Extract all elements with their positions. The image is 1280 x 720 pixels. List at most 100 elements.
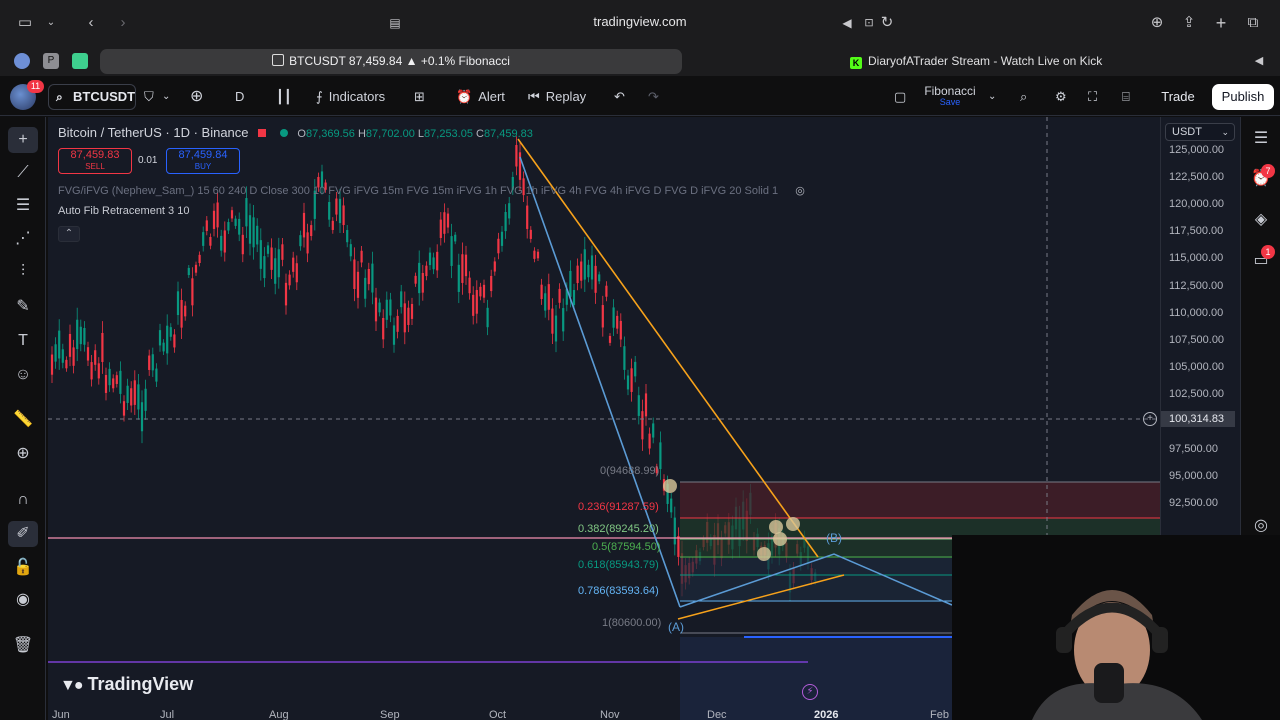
layout-name: Fibonacci: [924, 84, 976, 98]
tab-overview-icon[interactable]: ⧉: [1242, 12, 1264, 34]
speaker-icon[interactable]: ◀: [1248, 50, 1270, 72]
candle-body: [569, 270, 572, 297]
emoji-icon[interactable]: ☺: [8, 362, 38, 388]
fullscreen-icon[interactable]: ⛶: [1088, 87, 1097, 107]
add-symbol-icon[interactable]: ⊕: [190, 87, 203, 107]
candle-body: [598, 274, 601, 282]
layout-switcher[interactable]: Fibonacci Save: [922, 84, 978, 107]
symbol-legend[interactable]: Bitcoin / TetherUS · 1D · Binance O87,36…: [58, 125, 533, 140]
price-label: 97,500.00: [1169, 443, 1218, 455]
candle-body: [360, 250, 363, 263]
url-field[interactable]: tradingview.com: [560, 14, 720, 29]
fib-level-0618: 0.618(85943.79): [578, 559, 659, 571]
undo-icon[interactable]: ↶: [614, 87, 625, 107]
hidden-eye-icon[interactable]: ◎: [795, 185, 805, 197]
reload-icon[interactable]: ↻: [876, 12, 898, 34]
brush-icon[interactable]: ✎: [8, 294, 38, 320]
candle-body: [641, 411, 644, 440]
time-label-2026: 2026: [814, 709, 839, 720]
chevron-down-icon[interactable]: ⌄: [40, 12, 62, 34]
sidebar-toggle-icon[interactable]: ▭: [14, 12, 36, 34]
camera-icon[interactable]: ⌸: [1122, 87, 1130, 107]
candle-body: [515, 145, 518, 167]
forward-button[interactable]: ›: [112, 12, 134, 34]
eye-icon[interactable]: ◉: [8, 587, 38, 613]
collapse-legend-button[interactable]: ⌃: [58, 226, 80, 242]
chevron-down-icon[interactable]: ⌄: [162, 87, 170, 107]
flash-icon[interactable]: ⚡: [802, 684, 818, 700]
pinned-tab-globe-icon[interactable]: [14, 53, 30, 69]
chevron-down-icon[interactable]: ⌄: [988, 87, 996, 107]
text-icon[interactable]: T: [8, 328, 38, 354]
indicators-button[interactable]: ⨍ Indicators: [316, 87, 385, 107]
reader-icon[interactable]: ▤: [384, 12, 406, 34]
candle-body: [86, 347, 90, 361]
indicator-fvg-legend[interactable]: FVG/iFVG (Nephew_Sam_) 15 60 240 D Close…: [58, 184, 805, 197]
lock-icon[interactable]: 🔓: [8, 555, 38, 581]
tab-btcusdt[interactable]: BTCUSDT 87,459.84 ▲ +0.1% Fibonacci: [100, 49, 682, 74]
tab-kick-stream[interactable]: K DiaryofATrader Stream - Watch Live on K…: [850, 49, 1250, 74]
layers-icon[interactable]: ◈: [1250, 209, 1272, 231]
share-icon[interactable]: ⇪: [1178, 12, 1200, 34]
layout-square-icon[interactable]: ▢: [894, 87, 906, 107]
publish-button[interactable]: Publish: [1212, 84, 1274, 110]
speaker-icon[interactable]: ◀: [836, 12, 858, 34]
search-icon: ⌕: [56, 90, 63, 104]
price-label: 92,500.00: [1169, 497, 1218, 509]
radar-icon[interactable]: ◎: [1250, 515, 1272, 537]
ruler-icon[interactable]: 📏: [8, 407, 38, 433]
candle-body: [292, 257, 295, 272]
time-label-aug: Aug: [269, 709, 289, 720]
add-alert-icon[interactable]: +: [1143, 412, 1157, 426]
trash-icon[interactable]: 🗑: [8, 633, 38, 659]
tradingview-logo[interactable]: ▼● TradingView: [60, 674, 193, 695]
candles-icon[interactable]: ┃┃: [276, 87, 292, 107]
zoom-icon[interactable]: ⊕: [8, 441, 38, 467]
trade-button[interactable]: Trade: [1156, 84, 1200, 110]
replay-button[interactable]: ⏮ Replay: [528, 87, 586, 107]
download-icon[interactable]: ⊕: [1146, 12, 1168, 34]
candle-body: [68, 333, 72, 357]
stay-in-drawing-icon[interactable]: ✐: [8, 521, 38, 547]
crosshair-icon[interactable]: +: [8, 127, 38, 153]
compare-icon[interactable]: ⛉: [144, 87, 154, 107]
symbol-search[interactable]: ⌕ BTCUSDT: [48, 84, 136, 110]
pattern-icon[interactable]: ⋰: [8, 226, 38, 252]
pinned-tab-sheet-icon[interactable]: [72, 53, 88, 69]
pinned-tab-p[interactable]: P: [43, 53, 59, 69]
buy-button[interactable]: 87,459.84 BUY: [166, 148, 240, 174]
alert-button[interactable]: ⏰ Alert: [456, 87, 505, 107]
candle-body: [468, 277, 471, 294]
forecast-icon[interactable]: ⫶: [8, 259, 38, 285]
candle-body: [601, 305, 604, 328]
templates-icon[interactable]: ⊞: [414, 87, 425, 107]
sell-button[interactable]: 87,459.83 SELL: [58, 148, 132, 174]
candle-body: [335, 198, 338, 215]
candle-body: [176, 291, 180, 316]
price-label: 112,500.00: [1169, 280, 1224, 292]
redo-icon[interactable]: ↷: [648, 87, 659, 107]
trend-line-icon[interactable]: ⟋: [8, 160, 38, 186]
settings-icon[interactable]: ⚙: [1055, 87, 1067, 107]
currency-select[interactable]: USDT ⌄: [1165, 123, 1235, 141]
layout-save-status: Save: [939, 97, 961, 107]
candle-body: [122, 401, 126, 416]
new-tab-icon[interactable]: +: [1210, 12, 1232, 34]
back-button[interactable]: ‹: [80, 12, 102, 34]
webcam-feed: [952, 535, 1280, 720]
fib-tool-icon[interactable]: ☰: [8, 193, 38, 219]
candle-body: [252, 217, 255, 248]
candle-body: [274, 258, 277, 284]
quick-search-icon[interactable]: ⌕: [1020, 87, 1027, 107]
candle-body: [407, 307, 410, 325]
indicator-fib-legend[interactable]: Auto Fib Retracement 3 10: [58, 205, 189, 217]
candle-body: [482, 284, 486, 298]
candle-body: [562, 308, 565, 332]
candle-body: [151, 354, 154, 371]
magnet-icon[interactable]: ∩: [8, 487, 38, 513]
candle-body: [184, 305, 187, 317]
price-label: 117,500.00: [1169, 225, 1224, 237]
candle-body: [421, 272, 424, 293]
watchlist-icon[interactable]: ☰: [1250, 128, 1272, 150]
interval-button[interactable]: D: [235, 87, 244, 107]
